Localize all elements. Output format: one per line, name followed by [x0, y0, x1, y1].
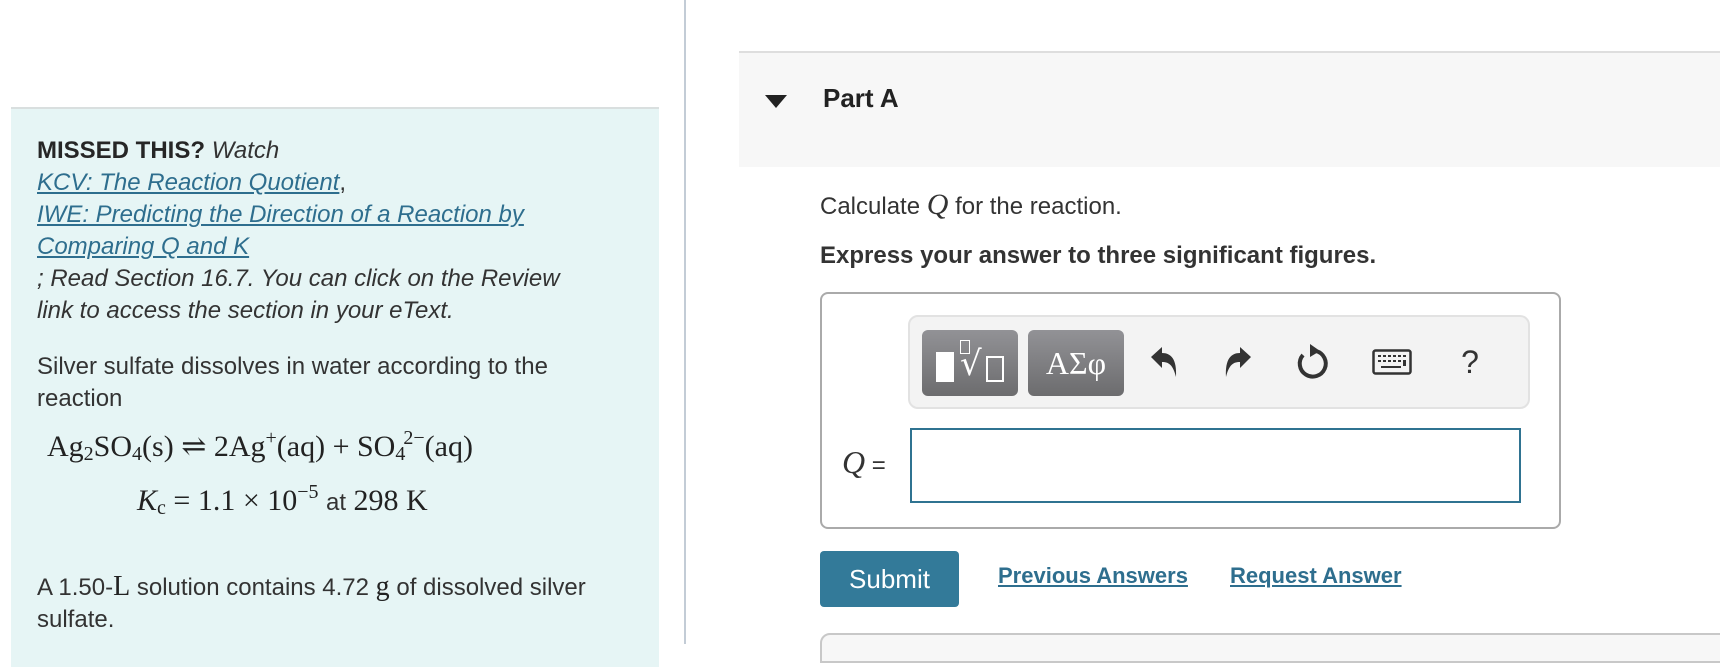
part-a-header[interactable]: Part A: [739, 51, 1720, 167]
math-toolbar: √ ΑΣφ ?: [908, 315, 1530, 409]
greek-symbols-button[interactable]: ΑΣφ: [1028, 330, 1124, 396]
eq-product2: SO: [357, 430, 396, 463]
solution-text-a: A 1.50-: [37, 574, 114, 601]
calc-variable: Q: [926, 188, 949, 221]
solution-text-b: solution contains 4.72: [130, 574, 376, 601]
previous-answers-link[interactable]: Previous Answers: [998, 563, 1188, 589]
reset-icon: [1297, 344, 1328, 379]
answer-box: √ ΑΣφ ? Q =: [820, 292, 1561, 529]
eq-charge: 2−: [403, 427, 425, 449]
comma: ,: [339, 169, 347, 196]
eq-product1: 2Ag: [213, 430, 266, 463]
eq-charge: +: [265, 427, 277, 449]
part-title: Part A: [823, 83, 899, 113]
eq-plus: +: [332, 430, 350, 463]
watch-label: Watch: [211, 137, 280, 164]
help-button[interactable]: ?: [1450, 337, 1490, 387]
answer-variable: Q: [842, 444, 866, 480]
link-kcv-reaction-quotient[interactable]: KCV: The Reaction Quotient: [37, 169, 339, 196]
feedback-panel: [820, 633, 1720, 663]
collapse-caret-icon[interactable]: [765, 95, 787, 108]
kc-expression: Kc = 1.1 × 10−5 at 298 K: [137, 481, 633, 523]
question-prompt: Calculate Q for the reaction.: [820, 188, 1122, 222]
unit-grams: g: [375, 571, 390, 602]
read-section-text: ; Read Section 16.7. You can click on th…: [37, 265, 560, 324]
eq-ag: Ag: [47, 430, 84, 463]
calc-suffix: for the reaction.: [948, 193, 1122, 220]
kc-temperature: 298 K: [353, 484, 428, 517]
equals-sign: =: [871, 452, 886, 479]
templates-button[interactable]: √: [922, 330, 1018, 396]
eq-sub: 2: [83, 443, 94, 465]
solution-text: A 1.50-L solution contains 4.72 g of dis…: [37, 571, 597, 636]
panel-divider: [684, 0, 686, 644]
keyboard-icon: [1372, 349, 1412, 375]
request-answer-link[interactable]: Request Answer: [1230, 563, 1402, 589]
answer-input[interactable]: [910, 428, 1521, 503]
reaction-equation: Ag2SO4(s) ⇌ 2Ag+(aq) + SO42−(aq): [47, 427, 633, 467]
reset-button[interactable]: [1292, 337, 1332, 387]
redo-button[interactable]: [1218, 337, 1258, 387]
answer-instruction: Express your answer to three significant…: [820, 242, 1377, 269]
kc-symbol: K: [137, 484, 158, 517]
submit-button[interactable]: Submit: [820, 551, 959, 607]
eq-sub: 4: [132, 443, 143, 465]
kc-sub: c: [157, 497, 166, 519]
keyboard-button[interactable]: [1372, 337, 1412, 387]
calc-prefix: Calculate: [820, 193, 927, 220]
unit-liters: L: [113, 571, 131, 602]
missed-label: MISSED THIS?: [37, 137, 206, 164]
missed-this-text: MISSED THIS? Watch KCV: The Reaction Quo…: [37, 135, 633, 327]
kc-at: at: [326, 489, 347, 516]
kc-exponent: −5: [297, 481, 319, 503]
eq-state: (aq): [276, 430, 326, 463]
redo-icon: [1225, 347, 1251, 377]
answer-label: Q =: [842, 444, 886, 481]
eq-state: (aq): [424, 430, 473, 463]
link-iwe-predicting-direction[interactable]: IWE: Predicting the Direction of a React…: [37, 199, 557, 263]
intro-text: Silver sulfate dissolves in water accord…: [37, 353, 548, 412]
eq-state: (s): [142, 430, 174, 463]
equilibrium-arrow-icon: ⇌: [181, 430, 207, 463]
kc-value: = 1.1 × 10: [173, 484, 298, 517]
missed-this-panel: MISSED THIS? Watch KCV: The Reaction Quo…: [11, 107, 659, 667]
eq-so: SO: [93, 430, 133, 463]
undo-button[interactable]: [1144, 337, 1184, 387]
undo-icon: [1151, 347, 1177, 377]
